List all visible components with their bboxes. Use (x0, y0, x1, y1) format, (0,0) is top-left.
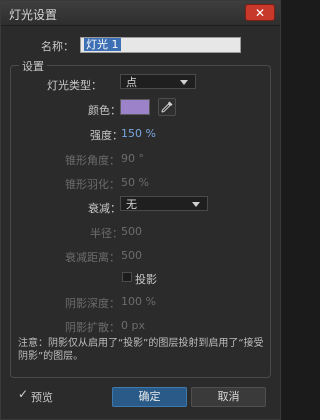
cancel-button[interactable]: 取消 (191, 387, 266, 407)
light-settings-dialog: 灯光设置 ✕ 名称： 灯光 1 设置 灯光类型： 点 颜色： 强度： 150 %… (0, 0, 281, 420)
cast-shadows-checkbox[interactable] (122, 272, 132, 282)
shadow-diffusion-value: 0 px (121, 319, 145, 332)
falloff-label: 衰减： (88, 202, 121, 215)
shadow-diffusion-label: 阴影扩散： (65, 321, 120, 334)
falloff-distance-value: 500 (121, 249, 142, 262)
shadow-note: 注意：阴影仅从启用了“投影”的图层投射到启用了“接受阴影”的图层。 (18, 338, 264, 362)
color-swatch[interactable] (120, 99, 150, 115)
shadow-darkness-value: 100 % (121, 295, 156, 308)
chevron-down-icon (192, 202, 200, 207)
light-type-label: 灯光类型： (47, 79, 102, 92)
dialog-title: 灯光设置 (9, 8, 58, 22)
shadow-darkness-label: 阴影深度： (65, 297, 120, 310)
falloff-distance-label: 衰减距离： (65, 251, 120, 264)
chevron-down-icon (180, 80, 188, 85)
ok-button[interactable]: 确定 (112, 387, 187, 407)
radius-label: 半径： (90, 227, 123, 240)
settings-group-legend: 设置 (19, 58, 47, 74)
close-button[interactable]: ✕ (245, 4, 275, 21)
preview-label: 预览 (31, 391, 53, 404)
cast-shadows-label: 投影 (135, 273, 157, 286)
cone-angle-value: 90 ° (121, 152, 144, 165)
light-type-select[interactable]: 点 (120, 74, 196, 89)
name-input[interactable]: 灯光 1 (80, 37, 241, 53)
falloff-value: 无 (126, 198, 137, 211)
light-type-value: 点 (126, 76, 137, 89)
intensity-value[interactable]: 150 % (121, 127, 156, 140)
cone-angle-label: 锥形角度： (65, 154, 120, 167)
cone-feather-value: 50 % (121, 176, 149, 189)
name-label: 名称： (41, 40, 74, 53)
falloff-select[interactable]: 无 (120, 196, 208, 211)
eyedropper-button[interactable] (158, 98, 176, 116)
color-label: 颜色： (88, 104, 121, 117)
title-bar[interactable]: 灯光设置 ✕ (1, 1, 280, 26)
preview-checkbox[interactable]: ✓ (18, 388, 28, 400)
eyedropper-icon (161, 101, 173, 113)
cone-feather-label: 锥形羽化： (65, 178, 120, 191)
name-input-value: 灯光 1 (84, 38, 121, 51)
intensity-label: 强度： (90, 129, 123, 142)
radius-value: 500 (121, 225, 142, 238)
